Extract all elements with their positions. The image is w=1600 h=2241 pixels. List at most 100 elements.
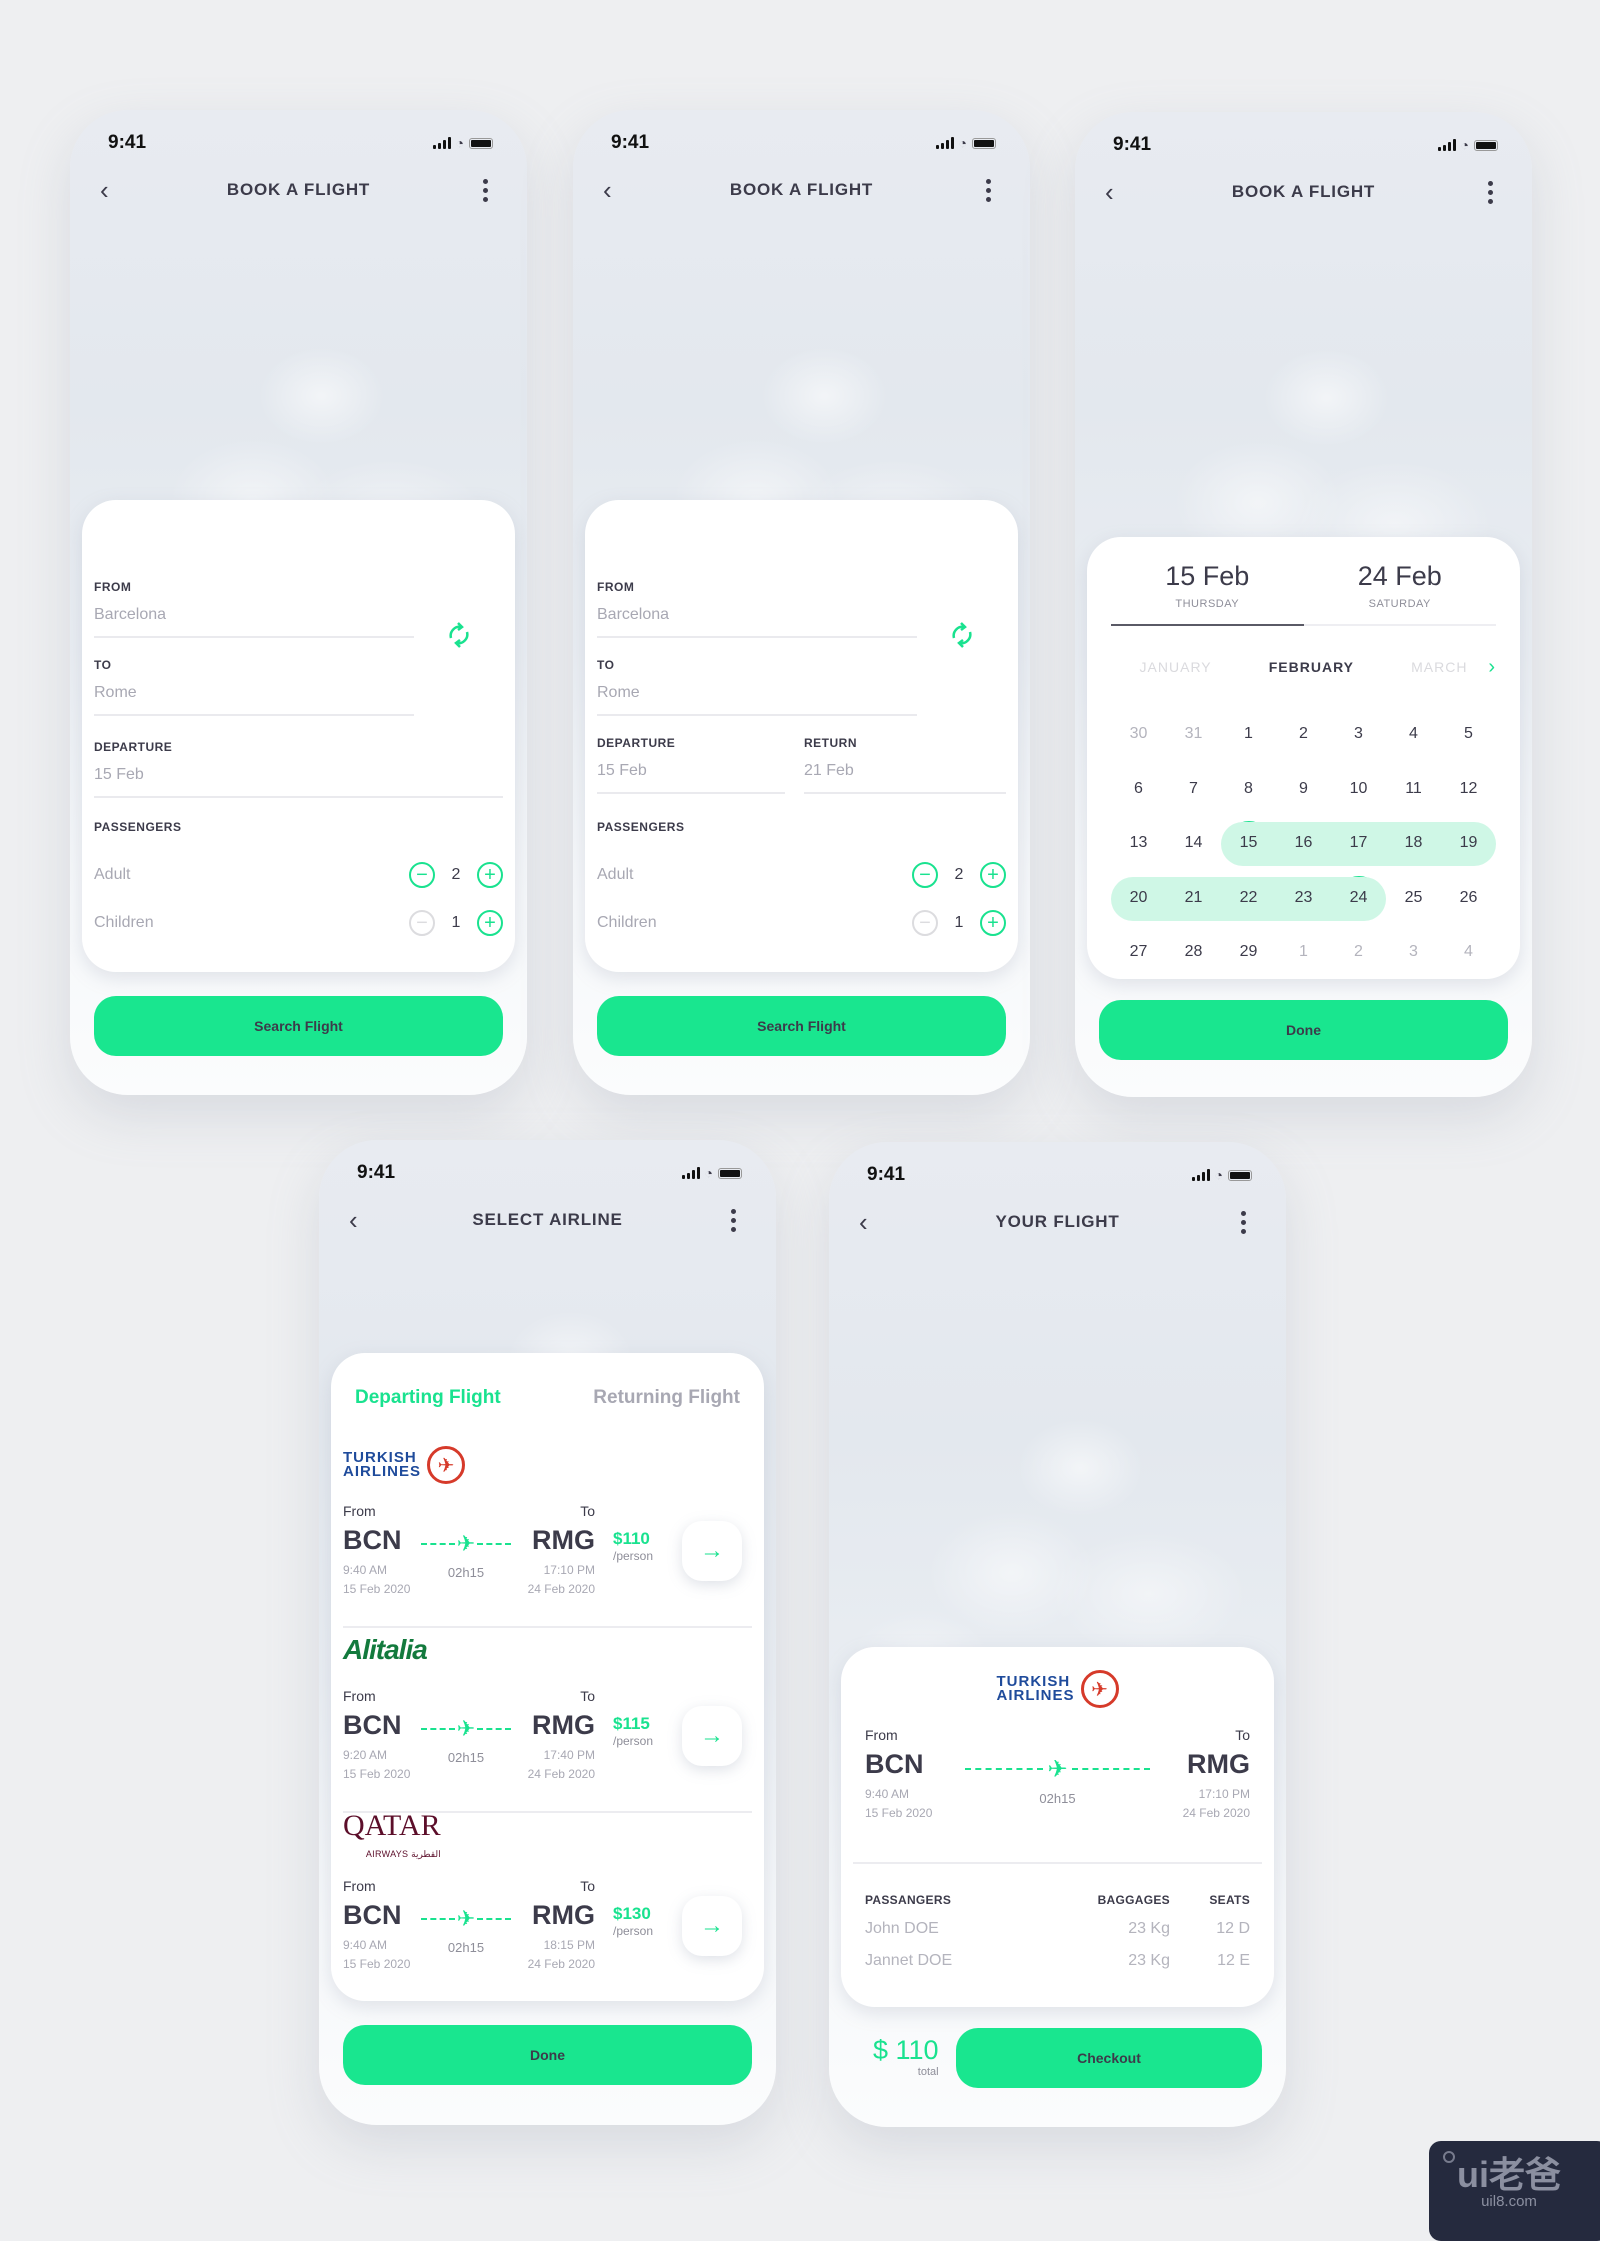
calendar-day[interactable]: 29 <box>1221 930 1276 974</box>
back-button[interactable]: ‹ <box>1105 177 1129 208</box>
calendar-day[interactable]: 5 <box>1441 712 1496 756</box>
adult-count: 2 <box>451 866 461 883</box>
calendar-day[interactable]: 25 <box>1386 876 1441 920</box>
chevron-right-icon[interactable]: › <box>1488 656 1496 679</box>
more-menu-button[interactable] <box>1232 1210 1256 1234</box>
calendar-day[interactable]: 12 <box>1441 767 1496 811</box>
arrow-right-icon[interactable]: → <box>682 1521 742 1581</box>
calendar-day[interactable]: 8 <box>1221 767 1276 811</box>
search-flight-button[interactable]: Search Flight <box>597 996 1006 1056</box>
plus-circle-icon[interactable]: + <box>980 910 1006 936</box>
calendar-day[interactable]: 30 <box>1111 712 1166 756</box>
origin-code: BCN <box>343 1525 402 1555</box>
calendar-day[interactable]: 11 <box>1386 767 1441 811</box>
calendar-day[interactable]: 21 <box>1166 876 1221 920</box>
calendar-day[interactable]: 15 <box>1221 821 1276 866</box>
calendar-day[interactable]: 31 <box>1166 712 1221 756</box>
departure-field[interactable]: DEPARTURE 15 Feb <box>94 740 503 798</box>
to-field[interactable]: TO Rome <box>597 658 917 716</box>
calendar-day[interactable]: 6 <box>1111 767 1166 811</box>
status-bar: 9:41 ◔ <box>357 1158 742 1188</box>
flight-option[interactable]: QATAR AIRWAYS القطرية From To BCN RMG ✈ 0… <box>343 1811 752 2003</box>
plus-circle-icon[interactable]: + <box>477 862 503 888</box>
back-button[interactable]: ‹ <box>100 175 124 206</box>
minus-circle-icon[interactable]: − <box>409 862 435 888</box>
calendar-day[interactable]: 3 <box>1331 712 1386 756</box>
swap-icon[interactable] <box>947 620 977 650</box>
to-field[interactable]: TO Rome <box>94 658 414 716</box>
back-button[interactable]: ‹ <box>859 1207 883 1238</box>
back-button[interactable]: ‹ <box>603 175 627 206</box>
calendar-day[interactable]: 9 <box>1276 767 1331 811</box>
calendar-day[interactable]: 13 <box>1111 821 1166 865</box>
calendar-day[interactable]: 22 <box>1221 876 1276 920</box>
calendar-day[interactable]: 16 <box>1276 821 1331 865</box>
calendar-day[interactable]: 28 <box>1166 930 1221 974</box>
checkout-button[interactable]: Checkout <box>956 2028 1262 2088</box>
start-date-tab[interactable]: 15 Feb THURSDAY <box>1111 561 1304 626</box>
calendar-day[interactable]: 18 <box>1386 821 1441 865</box>
passenger-table-header: PASSANGERS BAGGAGES SEATS <box>865 1893 1250 1907</box>
from-label: From <box>343 1503 376 1519</box>
calendar-day[interactable]: 10 <box>1331 767 1386 811</box>
calendar-day[interactable]: 26 <box>1441 876 1496 920</box>
back-button[interactable]: ‹ <box>349 1205 373 1236</box>
arrow-right-icon[interactable]: → <box>682 1706 742 1766</box>
calendar-day[interactable]: 4 <box>1441 930 1496 974</box>
departure-input[interactable]: 15 Feb <box>94 766 503 798</box>
more-menu-button[interactable] <box>473 178 497 202</box>
flight-option[interactable]: TURKISH AIRLINES ✈ From To BCN RMG ✈ 02h15… <box>343 1443 752 1628</box>
return-input[interactable]: 21 Feb <box>804 762 1006 794</box>
minus-circle-icon[interactable]: − <box>912 862 938 888</box>
calendar-day[interactable]: 2 <box>1331 930 1386 974</box>
return-field[interactable]: RETURN 21 Feb <box>804 736 1006 794</box>
calendar-day[interactable]: 14 <box>1166 821 1221 865</box>
calendar-day[interactable]: 2 <box>1276 712 1331 756</box>
more-menu-button[interactable] <box>722 1208 746 1232</box>
calendar-day[interactable]: 1 <box>1221 712 1276 756</box>
more-menu-button[interactable] <box>1478 180 1502 204</box>
children-stepper: −1 + <box>409 910 503 936</box>
from-input[interactable]: Barcelona <box>94 606 414 638</box>
done-button[interactable]: Done <box>343 2025 752 2085</box>
month-next[interactable]: MARCH <box>1411 659 1467 675</box>
children-count: 1 <box>954 914 964 931</box>
end-date-tab[interactable]: 24 Feb SATURDAY <box>1303 561 1496 626</box>
minus-circle-icon[interactable]: − <box>912 910 938 936</box>
calendar-week: 20 21 22 23 24 25 26 <box>1111 871 1496 926</box>
flight-option[interactable]: Alitalia From To BCN RMG ✈ 02h15 9:20 AM… <box>343 1628 752 1813</box>
calendar-day[interactable]: 19 <box>1441 821 1496 865</box>
swap-icon[interactable] <box>444 620 474 650</box>
price: $110 <box>613 1529 650 1548</box>
departure-field[interactable]: DEPARTURE 15 Feb <box>597 736 785 794</box>
plus-circle-icon[interactable]: + <box>980 862 1006 888</box>
status-time: 9:41 <box>867 1164 906 1185</box>
calendar-grid: 30 31 1 2 3 4 5 6 7 8 9 10 11 12 13 14 15 16 17 18 19 20 21 22 2… <box>1111 707 1496 980</box>
month-prev[interactable]: JANUARY <box>1140 659 1212 675</box>
plus-circle-icon[interactable]: + <box>477 910 503 936</box>
from-input[interactable]: Barcelona <box>597 606 917 638</box>
calendar-day[interactable]: 27 <box>1111 930 1166 974</box>
calendar-day[interactable]: 20 <box>1111 876 1166 920</box>
to-input[interactable]: Rome <box>597 684 917 716</box>
departure-input[interactable]: 15 Feb <box>597 762 785 794</box>
calendar-day[interactable]: 4 <box>1386 712 1441 756</box>
calendar-day[interactable]: 3 <box>1386 930 1441 974</box>
tab-returning-flight[interactable]: Returning Flight <box>593 1387 740 1409</box>
calendar-week: 6 7 8 9 10 11 12 <box>1111 762 1496 817</box>
calendar-day[interactable]: 1 <box>1276 930 1331 974</box>
calendar-day[interactable]: 24 <box>1331 875 1386 920</box>
more-menu-button[interactable] <box>976 178 1000 202</box>
minus-circle-icon[interactable]: − <box>409 910 435 936</box>
to-input[interactable]: Rome <box>94 684 414 716</box>
from-field[interactable]: FROM Barcelona <box>597 580 917 638</box>
tab-departing-flight[interactable]: Departing Flight <box>355 1387 501 1409</box>
from-field[interactable]: FROM Barcelona <box>94 580 414 638</box>
children-row: Children −1 + <box>94 910 503 936</box>
search-flight-button[interactable]: Search Flight <box>94 996 503 1056</box>
done-button[interactable]: Done <box>1099 1000 1508 1060</box>
calendar-day[interactable]: 7 <box>1166 767 1221 811</box>
calendar-day[interactable]: 17 <box>1331 821 1386 865</box>
arrow-right-icon[interactable]: → <box>682 1896 742 1956</box>
calendar-day[interactable]: 23 <box>1276 876 1331 920</box>
